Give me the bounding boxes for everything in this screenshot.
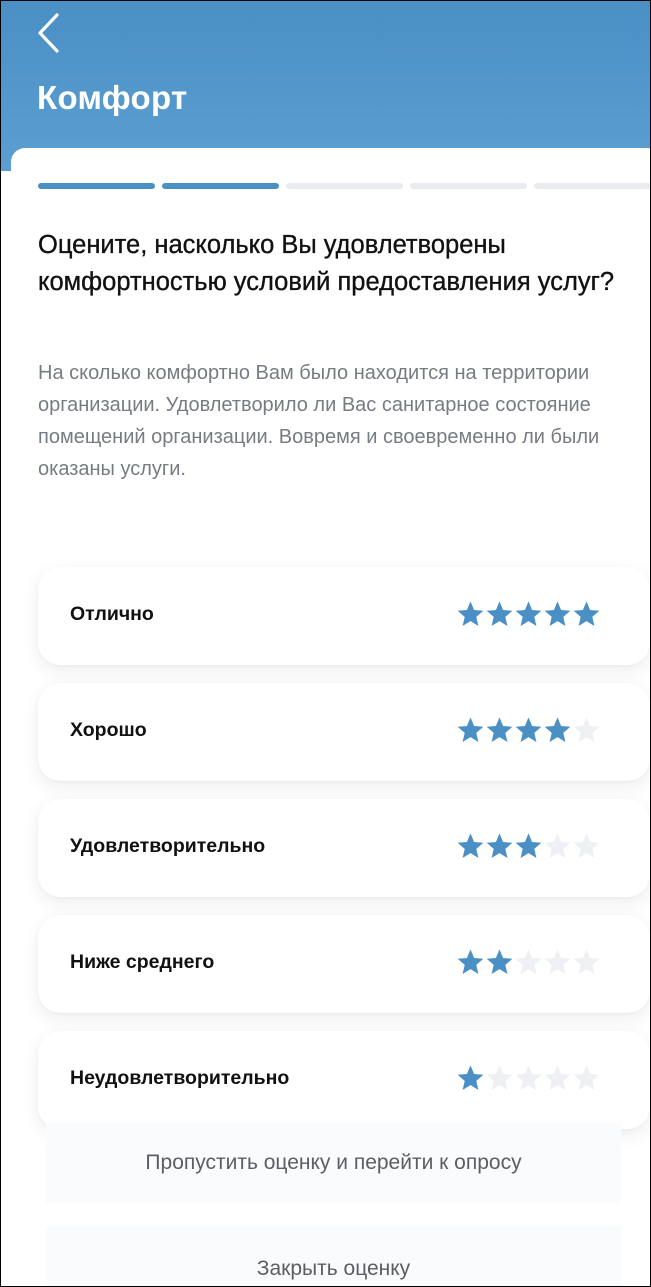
progress-segment — [286, 183, 403, 189]
star-rating — [456, 1063, 601, 1097]
app-screen: Комфорт Оцените, насколько Вы удовлетвор… — [0, 0, 651, 1287]
page-title: Комфорт — [37, 79, 188, 116]
rating-option[interactable]: Хорошо — [38, 683, 650, 781]
star-rating — [456, 831, 601, 865]
skip-rating-button[interactable]: Пропустить оценку и перейти к опросу — [46, 1123, 621, 1203]
question-title: Оцените, насколько Вы удовлетворены комф… — [38, 231, 615, 296]
star-filled-icon — [515, 717, 542, 742]
rating-option-label: Отлично — [70, 603, 154, 625]
star-empty-icon — [486, 1065, 513, 1090]
star-filled-icon — [486, 833, 513, 858]
star-empty-icon — [544, 949, 571, 974]
star-empty-icon — [573, 717, 600, 742]
rating-option-label: Неудовлетворительно — [70, 1067, 290, 1089]
star-empty-icon — [515, 1065, 542, 1090]
progress-segment — [534, 183, 650, 189]
back-button[interactable] — [27, 11, 71, 59]
star-filled-icon — [457, 601, 484, 626]
star-rating — [456, 599, 601, 633]
star-filled-icon — [515, 833, 542, 858]
star-filled-icon — [486, 949, 513, 974]
close-rating-button[interactable]: Закрыть оценку — [46, 1226, 621, 1286]
skip-rating-label: Пропустить оценку и перейти к опросу — [145, 1151, 522, 1174]
chevron-left-icon — [38, 13, 59, 53]
star-empty-icon — [573, 1065, 600, 1090]
rating-option-label: Удовлетворительно — [70, 835, 266, 857]
rating-option-label: Ниже среднего — [70, 951, 215, 973]
rating-option[interactable]: Удовлетворительно — [38, 799, 650, 897]
rating-option[interactable]: Неудовлетворительно — [38, 1031, 650, 1129]
star-filled-icon — [457, 1065, 484, 1090]
progress-segment — [162, 183, 279, 189]
star-rating — [456, 715, 601, 749]
star-filled-icon — [544, 717, 571, 742]
star-empty-icon — [573, 833, 600, 858]
star-filled-icon — [457, 717, 484, 742]
header: Комфорт — [1, 1, 650, 171]
close-rating-label: Закрыть оценку — [256, 1257, 411, 1280]
star-empty-icon — [544, 1065, 571, 1090]
question-description: На сколько комфортно Вам было находится … — [38, 362, 600, 480]
star-filled-icon — [486, 717, 513, 742]
rating-option-label: Хорошо — [70, 719, 147, 741]
star-empty-icon — [573, 949, 600, 974]
star-filled-icon — [457, 833, 484, 858]
star-filled-icon — [515, 601, 542, 626]
rating-option[interactable]: Ниже среднего — [38, 915, 650, 1013]
star-filled-icon — [457, 949, 484, 974]
progress-segment — [38, 183, 155, 189]
progress-segment — [410, 183, 527, 189]
progress-bar — [38, 183, 650, 189]
star-filled-icon — [573, 601, 600, 626]
star-filled-icon — [486, 601, 513, 626]
star-empty-icon — [544, 833, 571, 858]
star-filled-icon — [544, 601, 571, 626]
star-empty-icon — [515, 949, 542, 974]
rating-option[interactable]: Отлично — [38, 567, 650, 665]
star-rating — [456, 947, 601, 981]
